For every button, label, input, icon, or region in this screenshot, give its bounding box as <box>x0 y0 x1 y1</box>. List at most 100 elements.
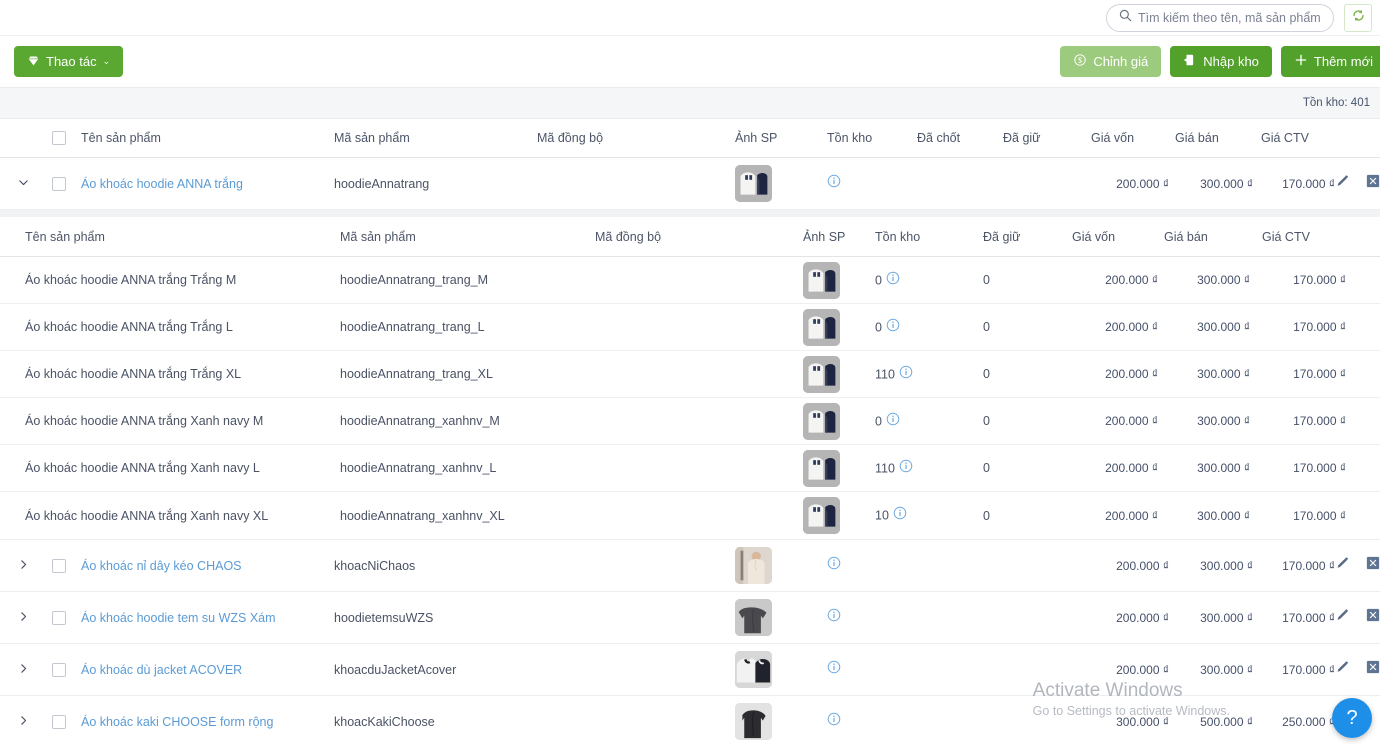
delete-icon[interactable] <box>1366 660 1380 679</box>
chinh-gia-button[interactable]: Chỉnh giá <box>1060 46 1162 77</box>
variant-name: Áo khoác hoodie ANNA trắng Trắng XL <box>25 367 242 381</box>
variant-cost: 200.000 ₫ <box>1105 320 1158 334</box>
variant-name: Áo khoác hoodie ANNA trắng Xanh navy M <box>25 414 264 428</box>
row-expander[interactable] <box>0 558 46 573</box>
nhap-kho-button[interactable]: Nhập kho <box>1170 46 1272 77</box>
info-icon[interactable] <box>827 712 841 731</box>
row-checkbox[interactable] <box>52 610 66 625</box>
edit-icon[interactable] <box>1335 660 1350 680</box>
variant-thumbnail[interactable] <box>803 308 840 346</box>
delete-icon[interactable] <box>1366 556 1380 575</box>
variant-stock: 0 <box>875 320 882 335</box>
product-thumbnail[interactable] <box>735 165 772 202</box>
variant-thumbnail[interactable] <box>803 261 840 299</box>
row-expander[interactable] <box>0 610 46 625</box>
info-icon[interactable] <box>893 506 907 525</box>
product-thumbnail[interactable] <box>735 599 772 636</box>
variant-thumbnail[interactable] <box>803 355 840 393</box>
chevron-right-icon[interactable] <box>17 662 30 677</box>
row-expander[interactable] <box>0 714 46 729</box>
info-icon[interactable] <box>886 318 900 337</box>
variant-row[interactable]: Áo khoác hoodie ANNA trắng Xanh navy XL … <box>0 492 1380 539</box>
sub-header-sell: Giá bán <box>1164 229 1208 244</box>
action-toolbar: Thao tác ⌄ Chỉnh giá Nhập kho Thêm mới <box>0 36 1380 88</box>
search-input[interactable] <box>1138 10 1321 25</box>
info-icon[interactable] <box>886 412 900 431</box>
sub-header-sync: Mã đồng bộ <box>595 229 662 244</box>
variant-thumbnail[interactable] <box>803 497 840 534</box>
product-name-link[interactable]: Áo khoác nỉ dây kéo CHAOS <box>81 559 242 573</box>
product-thumbnail[interactable] <box>735 547 772 584</box>
variant-stock: 10 <box>875 508 889 523</box>
product-thumbnail[interactable] <box>735 703 772 740</box>
delete-icon[interactable] <box>1366 174 1380 193</box>
variant-thumbnail[interactable] <box>803 449 840 487</box>
edit-icon[interactable] <box>1335 556 1350 576</box>
table-row[interactable]: Áo khoác nỉ dây kéo CHAOS khoacNiChaos 2… <box>0 540 1380 592</box>
variant-stock: 0 <box>875 273 882 288</box>
edit-icon[interactable] <box>1335 174 1350 194</box>
variant-row[interactable]: Áo khoác hoodie ANNA trắng Xanh navy L h… <box>0 445 1380 492</box>
header-image: Ảnh SP <box>735 131 778 145</box>
chevron-right-icon[interactable] <box>17 558 30 573</box>
cost-price: 200.000 ₫ <box>1116 176 1169 191</box>
subtable-header-row: Tên sản phẩm Mã sản phẩm Mã đồng bộ Ảnh … <box>0 217 1380 257</box>
info-icon[interactable] <box>899 365 913 384</box>
info-icon[interactable] <box>886 271 900 290</box>
them-moi-button[interactable]: Thêm mới <box>1280 46 1380 77</box>
product-name-link[interactable]: Áo khoác kaki CHOOSE form rộng <box>81 715 273 729</box>
info-icon[interactable] <box>827 608 841 627</box>
product-code: khoacKakiChoose <box>334 714 435 729</box>
variant-row[interactable]: Áo khoác hoodie ANNA trắng Xanh navy M h… <box>0 398 1380 445</box>
variant-ctv: 170.000 ₫ <box>1293 320 1346 334</box>
product-image-cell <box>735 703 827 740</box>
delete-icon[interactable] <box>1366 608 1380 627</box>
row-expander[interactable] <box>0 176 46 191</box>
refresh-icon <box>1351 8 1366 28</box>
chevron-right-icon[interactable] <box>17 714 30 729</box>
table-row[interactable]: Áo khoác hoodie tem su WZS Xám hoodietem… <box>0 592 1380 644</box>
row-checkbox[interactable] <box>52 176 66 191</box>
variant-cost: 200.000 ₫ <box>1105 508 1158 523</box>
row-expander[interactable] <box>0 662 46 677</box>
row-checkbox[interactable] <box>52 714 66 729</box>
edit-icon[interactable] <box>1335 608 1350 628</box>
table-row[interactable]: Áo khoác hoodie ANNA trắng hoodieAnnatra… <box>0 158 1380 210</box>
product-image-cell <box>735 651 827 688</box>
header-locked: Đã chốt <box>917 131 961 145</box>
sell-price: 300.000 ₫ <box>1200 176 1253 191</box>
info-icon[interactable] <box>899 459 913 478</box>
table-row[interactable]: Áo khoác kaki CHOOSE form rộng khoacKaki… <box>0 696 1380 744</box>
thao-tac-button[interactable]: Thao tác ⌄ <box>14 46 124 77</box>
product-name-link[interactable]: Áo khoác dù jacket ACOVER <box>81 663 242 677</box>
variant-subtable: Tên sản phẩm Mã sản phẩm Mã đồng bộ Ảnh … <box>0 210 1380 540</box>
row-checkbox[interactable] <box>52 662 66 677</box>
variant-row[interactable]: Áo khoác hoodie ANNA trắng Trắng L hoodi… <box>0 304 1380 351</box>
variant-row[interactable]: Áo khoác hoodie ANNA trắng Trắng XL hood… <box>0 351 1380 398</box>
header-code: Mã sản phẩm <box>334 131 410 145</box>
row-checkbox[interactable] <box>52 558 66 573</box>
variant-held: 0 <box>983 461 990 475</box>
info-icon[interactable] <box>827 660 841 679</box>
chevron-down-icon: ⌄ <box>102 56 111 66</box>
product-thumbnail[interactable] <box>735 651 772 688</box>
search-box[interactable] <box>1106 3 1334 32</box>
table-row[interactable]: Áo khoác dù jacket ACOVER khoacduJacketA… <box>0 644 1380 696</box>
product-name-link[interactable]: Áo khoác hoodie ANNA trắng <box>81 177 243 191</box>
info-icon[interactable] <box>827 556 841 575</box>
variant-ctv: 170.000 ₫ <box>1293 273 1346 287</box>
variant-held: 0 <box>983 508 990 523</box>
product-name-link[interactable]: Áo khoác hoodie tem su WZS Xám <box>81 611 276 625</box>
product-list-page: Thao tác ⌄ Chỉnh giá Nhập kho Thêm <box>0 0 1380 744</box>
cost-price: 200.000 ₫ <box>1116 558 1169 573</box>
help-button[interactable]: ? <box>1332 698 1372 738</box>
variant-thumbnail[interactable] <box>803 402 840 440</box>
select-all-checkbox[interactable] <box>52 131 66 145</box>
chevron-down-icon[interactable] <box>17 176 30 191</box>
refresh-button[interactable] <box>1344 3 1372 32</box>
variant-row[interactable]: Áo khoác hoodie ANNA trắng Trắng M hoodi… <box>0 257 1380 304</box>
info-icon[interactable] <box>827 174 841 193</box>
them-moi-label: Thêm mới <box>1313 54 1373 69</box>
chevron-right-icon[interactable] <box>17 610 30 625</box>
sell-price: 300.000 ₫ <box>1200 662 1253 677</box>
